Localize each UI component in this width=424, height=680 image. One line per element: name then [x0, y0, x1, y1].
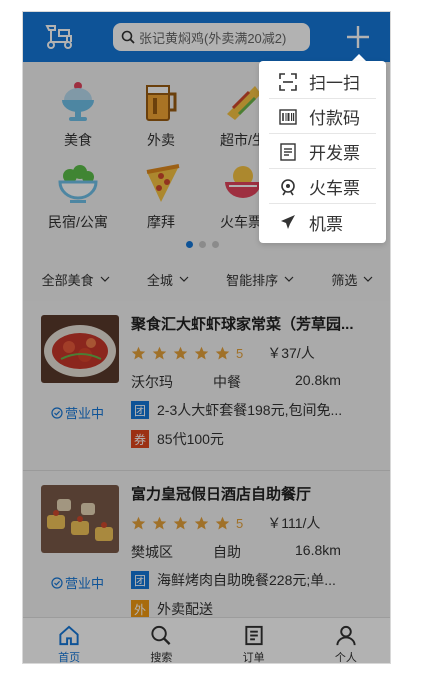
scan-icon	[279, 72, 297, 91]
menu-item-invoice[interactable]: 开发票	[269, 135, 376, 169]
menu-label: 火车票	[309, 179, 360, 198]
phone-screen: 张记黄焖鸡(外卖满20减2) 美食 外卖 超市/生 民宿/公寓 摩拜 火车票/ …	[22, 11, 391, 664]
menu-item-train-ticket[interactable]: 火车票	[269, 170, 376, 204]
menu-label: 扫一扫	[309, 74, 360, 93]
barcode-icon	[279, 108, 297, 125]
menu-label: 机票	[309, 214, 343, 234]
plus-menu: 扫一扫 付款码 开发票 火车票 机票	[259, 61, 386, 243]
invoice-icon	[280, 142, 296, 161]
menu-item-flight[interactable]: 机票	[269, 205, 376, 239]
airplane-icon	[281, 215, 295, 229]
menu-item-pay-code[interactable]: 付款码	[269, 100, 376, 134]
menu-item-scan[interactable]: 扫一扫	[269, 65, 376, 99]
train-icon	[281, 178, 295, 195]
menu-label: 付款码	[309, 109, 360, 128]
menu-label: 开发票	[309, 144, 360, 163]
